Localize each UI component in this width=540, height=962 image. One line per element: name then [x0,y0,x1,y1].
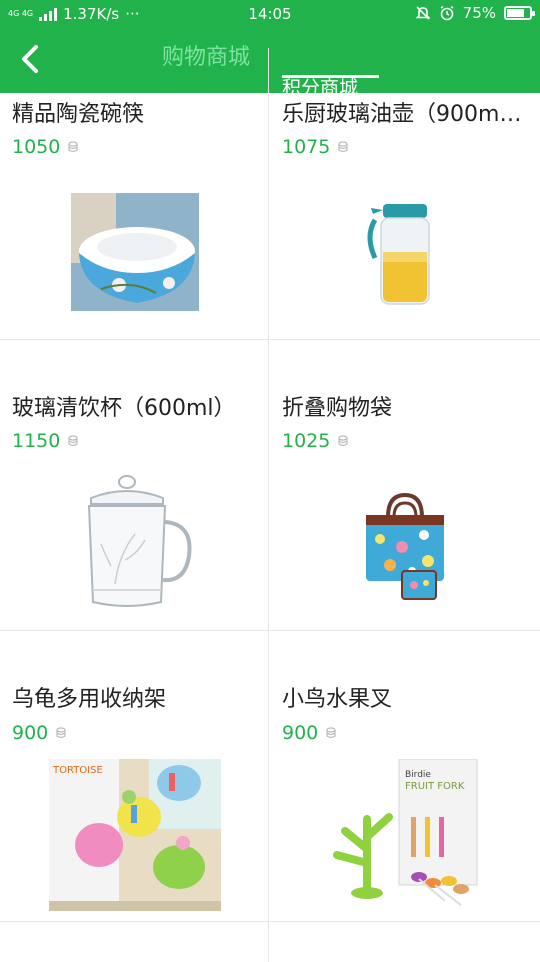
points-value: 1075 [282,136,331,158]
product-name: 玻璃清饮杯（600ml） [12,396,236,421]
product-card-partial[interactable] [270,922,540,962]
product-card-partial[interactable] [0,922,269,962]
product-points: 1025 [282,430,348,452]
coin-icon [56,727,66,739]
battery-icon [504,6,535,20]
product-card-ceramic-bowl[interactable]: 精品陶瓷碗筷 1050 [0,48,269,340]
coin-icon [68,435,78,447]
status-bar: 4G 4G 1.37K/s ··· 14:05 75% [0,0,540,27]
product-name: 折叠购物袋 [282,396,393,421]
product-points: 900 [12,722,66,744]
product-card-glass-oil-pot[interactable]: 乐厨玻璃油壶（900ml） 1075 [270,48,540,340]
points-value: 1025 [282,430,331,452]
points-value: 900 [282,722,319,744]
product-grid: 精品陶瓷碗筷 1050 乐厨玻璃油壶（900ml） 1075 玻璃清饮杯（600… [0,48,540,962]
coin-icon [338,435,348,447]
fork-box-subtitle: FRUIT FORK [405,781,465,792]
product-card-folding-bag[interactable]: 折叠购物袋 1025 [270,340,540,631]
product-points: 900 [282,722,336,744]
battery-percent: 75% [462,4,496,22]
product-points: 1075 [282,136,348,158]
tortoise-box-label: TORTOISE [52,765,103,776]
product-card-turtle-holder[interactable]: 乌龟多用收纳架 900 TORTOISE [0,631,269,922]
glass-cup-image [0,474,269,614]
product-card-glass-cup[interactable]: 玻璃清饮杯（600ml） 1150 [0,340,269,631]
mute-bell-icon [415,6,431,20]
fork-box-title: Birdie [405,770,431,780]
coin-icon [338,141,348,153]
battery-fill [507,9,524,17]
coin-icon [68,141,78,153]
alarm-icon [440,5,454,21]
product-name: 小鸟水果叉 [282,687,393,712]
product-card-bird-fruit-fork[interactable]: 小鸟水果叉 900 Birdie FRUIT FORK [270,631,540,922]
product-points: 1050 [12,136,78,158]
coin-icon [326,727,336,739]
ceramic-bowl-image [0,192,269,312]
status-right: 75% [415,4,535,22]
bird-fruit-fork-image: Birdie FRUIT FORK [270,759,539,909]
product-name: 乌龟多用收纳架 [12,687,167,712]
points-value: 1150 [12,430,61,452]
points-value: 900 [12,722,49,744]
glass-oil-pot-image [270,192,539,312]
product-points: 1150 [12,430,78,452]
product-name: 精品陶瓷碗筷 [12,102,145,127]
points-value: 1050 [12,136,61,158]
turtle-holder-image: TORTOISE [0,759,269,911]
folding-bag-image [270,482,539,612]
product-name: 乐厨玻璃油壶（900ml） [282,102,527,127]
